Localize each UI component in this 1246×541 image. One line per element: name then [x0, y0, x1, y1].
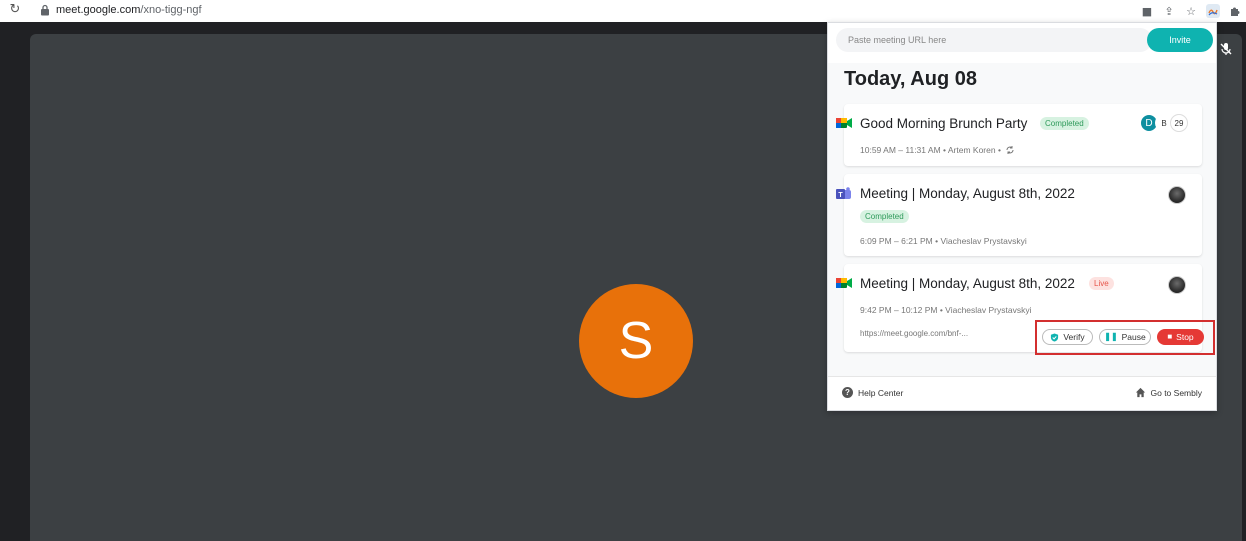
- pause-label: Pause: [1121, 332, 1146, 342]
- go-to-sembly-link[interactable]: Go to Sembly: [1135, 387, 1203, 398]
- meeting-link[interactable]: https://meet.google.com/bnf-...: [860, 329, 968, 338]
- avatar: [1168, 276, 1186, 294]
- avatar: [1168, 186, 1186, 204]
- help-center-link[interactable]: ? Help Center: [842, 387, 903, 398]
- share-icon[interactable]: ⇪: [1158, 0, 1180, 22]
- status-badge: Completed: [1040, 117, 1089, 130]
- ms-teams-icon: T: [836, 187, 851, 199]
- meeting-meta: 10:59 AM – 11:31 AM • Artem Koren •: [860, 145, 1015, 155]
- sembly-popup: Invite Today, Aug 08 Good Morning Brunch…: [827, 22, 1217, 411]
- verify-label: Verify: [1063, 332, 1085, 342]
- pause-icon: ❚❚: [1104, 332, 1118, 341]
- mic-off-icon: [1220, 43, 1232, 55]
- date-heading: Today, Aug 08: [844, 68, 977, 90]
- popup-header: Invite: [828, 23, 1216, 63]
- google-meet-icon: [836, 118, 852, 128]
- url-host: meet.google.com: [56, 4, 141, 16]
- reload-icon[interactable]: ↻: [8, 3, 22, 17]
- meeting-meta: 6:09 PM – 6:21 PM • Viacheslav Prystavsk…: [860, 236, 1027, 246]
- camera-icon[interactable]: ■: [1136, 0, 1158, 22]
- stop-button[interactable]: ■ Stop: [1157, 329, 1204, 345]
- meeting-title: Good Morning Brunch Party: [860, 116, 1028, 131]
- participant-count: 29: [1170, 114, 1188, 132]
- status-badge: Completed: [860, 210, 909, 223]
- participants-group[interactable]: D B 29: [1140, 114, 1188, 132]
- help-center-label: Help Center: [858, 387, 904, 398]
- stop-icon: ■: [1167, 332, 1173, 341]
- help-icon: ?: [842, 387, 853, 398]
- meeting-time-host: 10:59 AM – 11:31 AM • Artem Koren •: [860, 145, 1001, 155]
- participant-avatar: S: [579, 284, 693, 398]
- verify-button[interactable]: Verify: [1042, 329, 1093, 345]
- meeting-title: Meeting | Monday, August 8th, 2022: [860, 276, 1075, 291]
- meeting-card[interactable]: Good Morning Brunch Party Completed 10:5…: [836, 104, 1202, 166]
- puzzle-icon[interactable]: [1224, 0, 1246, 22]
- shield-check-icon: [1051, 332, 1059, 342]
- svg-text:T: T: [838, 192, 843, 199]
- recurring-icon: [1006, 146, 1014, 154]
- live-badge: Live: [1089, 277, 1114, 290]
- star-icon[interactable]: ☆: [1180, 0, 1202, 22]
- url-path: /xno-tigg-ngf: [140, 4, 202, 16]
- meeting-meta: 9:42 PM – 10:12 PM • Viacheslav Prystavs…: [860, 305, 1032, 315]
- go-to-sembly-label: Go to Sembly: [1150, 387, 1203, 398]
- recording-controls-highlight: Verify ❚❚ Pause ■ Stop: [1035, 320, 1215, 355]
- browser-toolbar: ↻ meet.google.com/xno-tigg-ngf ■ ⇪ ☆: [0, 0, 1246, 22]
- pause-button[interactable]: ❚❚ Pause: [1099, 329, 1151, 345]
- popup-footer: ? Help Center Go to Sembly: [828, 376, 1216, 410]
- meeting-url-input[interactable]: [836, 28, 1152, 52]
- extension-toolbar: ■ ⇪ ☆: [1136, 0, 1246, 22]
- invite-button[interactable]: Invite: [1147, 28, 1213, 52]
- meeting-card[interactable]: Meeting | Monday, August 8th, 2022 Live …: [836, 264, 1215, 355]
- google-meet-icon: [836, 278, 852, 288]
- lock-icon[interactable]: [40, 4, 50, 16]
- meeting-card[interactable]: T Meeting | Monday, August 8th, 2022 Com…: [836, 174, 1202, 256]
- meeting-title: Meeting | Monday, August 8th, 2022: [860, 186, 1075, 201]
- home-icon: [1135, 387, 1145, 398]
- sembly-extension-icon[interactable]: [1202, 0, 1224, 22]
- stop-label: Stop: [1176, 332, 1194, 342]
- address-bar[interactable]: meet.google.com/xno-tigg-ngf: [56, 4, 202, 16]
